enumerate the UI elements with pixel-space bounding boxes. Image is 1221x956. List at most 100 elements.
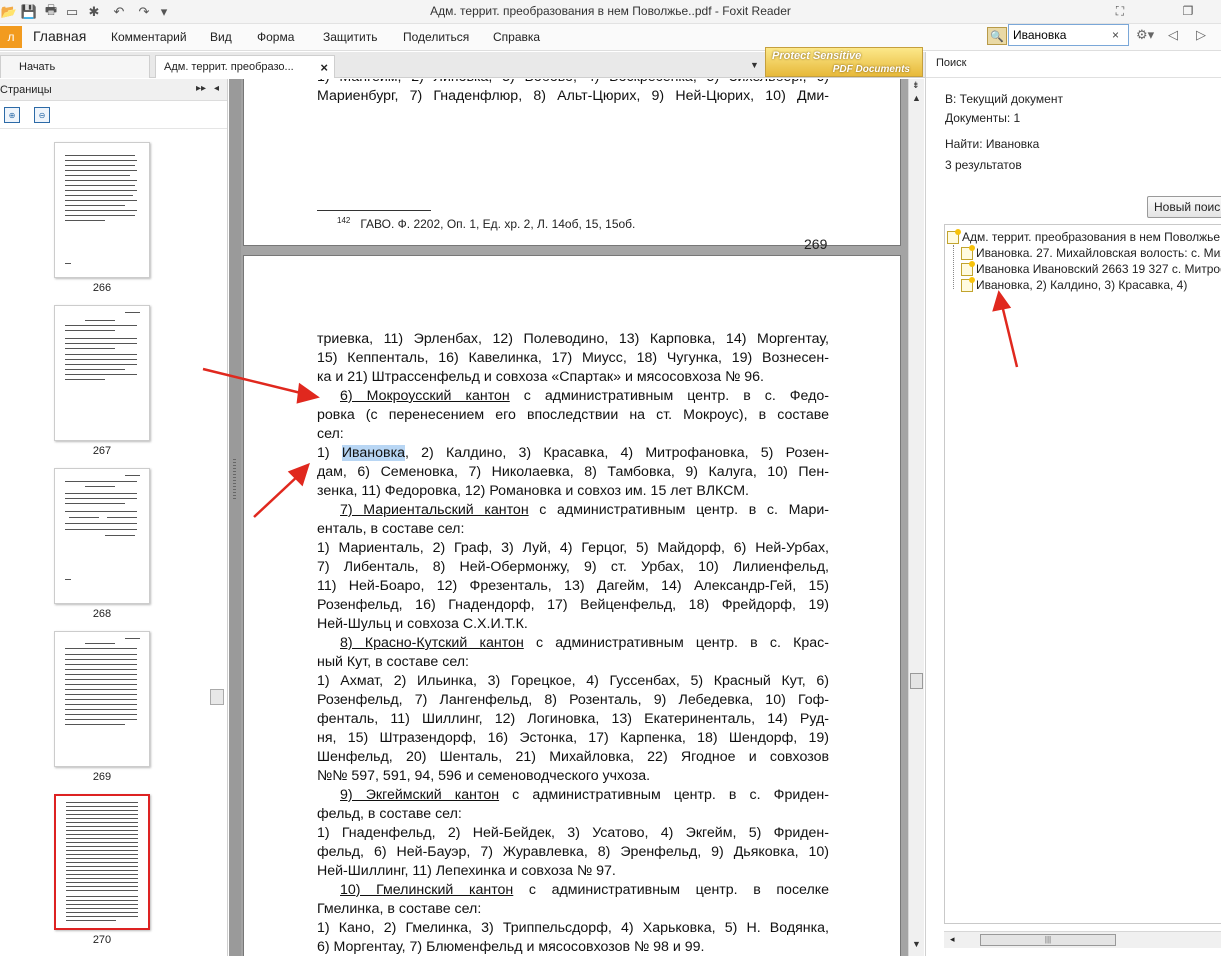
scrollbar-thumb[interactable]: ||| bbox=[980, 934, 1116, 946]
page-number: 269 bbox=[804, 236, 828, 252]
thumbnail-label: 267 bbox=[92, 445, 112, 457]
pages-panel-header: Страницы ▸▸ ◂ bbox=[0, 79, 227, 101]
page-text-line: 1) Гнаденфельд, 2) Ней-Бейдек, 3) Усатов… bbox=[317, 825, 829, 841]
line-text: , 2) Калдино, 3) Красавка, 4) Митрофанов… bbox=[404, 445, 829, 461]
page-text-line: Ней-Шульц и совхоза С.Х.И.Т.К. bbox=[317, 616, 528, 632]
tab-view[interactable]: Вид bbox=[210, 30, 232, 44]
footnote-mark: 142 bbox=[337, 216, 351, 225]
page-text-line: зенка, 11) Федоровка, 12) Романовка и со… bbox=[317, 483, 749, 499]
page-thumbnail[interactable] bbox=[54, 305, 150, 441]
page-text-line: дам, 6) Семеновка, 7) Николаевка, 8) Там… bbox=[317, 464, 829, 480]
search-panel-header: Поиск bbox=[926, 52, 1221, 78]
page-text-line: 15) Кеппенталь, 16) Кавелинка, 17) Миусс… bbox=[317, 350, 829, 366]
panel-collapse-icon[interactable]: ◂ bbox=[214, 83, 219, 94]
tab-document[interactable]: Адм. террит. преобразо... × bbox=[155, 55, 335, 78]
page-thumbnail-selected[interactable] bbox=[54, 794, 150, 930]
search-panel: Поиск В: Текущий документ Документы: 1 Н… bbox=[925, 52, 1221, 956]
page-text-line: фельд, 6) Ней-Бауэр, 7) Журавлевка, 8) Э… bbox=[317, 844, 829, 860]
pages-toolbar: ⊕ ⊖ bbox=[0, 101, 227, 129]
footnote-text: ГАВО. Ф. 2202, Оп. 1, Ед. хр. 2, Л. 14об… bbox=[360, 217, 636, 231]
result-item[interactable]: Ивановка, 2) Калдино, 3) Красавка, 4) bbox=[961, 276, 1188, 293]
scroll-left-icon[interactable]: ◂ bbox=[950, 934, 955, 945]
result-item[interactable]: Ивановка. 27. Михайловская волость: с. М… bbox=[961, 244, 1221, 261]
panel-splitter[interactable] bbox=[229, 79, 241, 956]
result-label: Ивановка. 27. Михайловская волость: с. М… bbox=[976, 246, 1221, 260]
document-scrollbar[interactable]: ⇟ ▲ ▼ bbox=[908, 79, 924, 956]
ad-banner[interactable]: Protect Sensitive PDF Documents bbox=[765, 47, 923, 77]
search-hit-highlight[interactable]: Ивановка bbox=[341, 445, 405, 461]
page-text-line: 9) Экгеймский кантон с административным … bbox=[317, 786, 829, 805]
tab-home[interactable]: Главная bbox=[33, 28, 86, 44]
page-text-line: фельд, в составе сел: bbox=[317, 806, 462, 822]
result-item[interactable]: Ивановка Ивановский 2663 19 327 с. Митро… bbox=[961, 260, 1221, 277]
pages-panel: Страницы ▸▸ ◂ ⊕ ⊖ 266 267 268 269 270 bbox=[0, 79, 228, 956]
page-text-line: ный Кут, в составе сел: bbox=[317, 654, 469, 670]
results-count: 3 результатов bbox=[945, 158, 1022, 172]
page-text-line: 1) Ахмат, 2) Ильинка, 3) Горецкое, 4) Гу… bbox=[317, 673, 829, 689]
search-panel-title: Поиск bbox=[936, 57, 967, 69]
result-label: Ивановка Ивановский 2663 19 327 с. Митро… bbox=[976, 262, 1221, 276]
tab-comment[interactable]: Комментарий bbox=[111, 30, 187, 44]
file-tab[interactable]: л bbox=[0, 26, 22, 48]
canton-heading: 8) Красно-Кутский кантон bbox=[340, 635, 524, 651]
tab-start[interactable]: Начать bbox=[0, 55, 150, 78]
page-text-line: фенталь, 11) Шиллинг, 12) Логиновка, 13)… bbox=[317, 711, 829, 727]
tabs-dropdown-icon[interactable]: ▼ bbox=[750, 60, 759, 70]
fullscreen-icon[interactable]: ⛶ bbox=[1110, 2, 1130, 20]
enlarge-thumbnail-icon[interactable]: ⊕ bbox=[4, 107, 20, 123]
tab-help[interactable]: Справка bbox=[493, 30, 540, 44]
page-text-line: Шенфельд, 20) Шенталь, 21) Михайловка, 2… bbox=[317, 749, 829, 765]
result-icon bbox=[961, 244, 975, 260]
window-title: Адм. террит. преобразования в нем Поволж… bbox=[430, 4, 791, 18]
restore-icon[interactable]: ❐ bbox=[1178, 2, 1198, 20]
page-text-line: 6) Мокроусский кантон с административным… bbox=[317, 387, 829, 406]
page-text-line: 8) Красно-Кутский кантон с административ… bbox=[317, 634, 829, 653]
canton-heading: 10) Гмелинский кантон bbox=[340, 882, 514, 898]
thumbnails-scrollbar[interactable] bbox=[210, 689, 224, 705]
page-thumbnail[interactable] bbox=[54, 142, 150, 278]
page-thumbnail[interactable] bbox=[54, 468, 150, 604]
find-icon[interactable]: 🔍 bbox=[987, 27, 1007, 45]
tab-start-label: Начать bbox=[19, 61, 56, 73]
search-next-icon[interactable]: ▷ bbox=[1196, 27, 1206, 43]
page-text-line: 7) Мариентальский кантон с административ… bbox=[317, 501, 829, 520]
search-term: Найти: Ивановка bbox=[945, 137, 1040, 151]
page-text-line: ка и 21) Штрассенфельд и совхоза «Спарта… bbox=[317, 369, 764, 385]
thumbnail-label: 269 bbox=[92, 771, 112, 783]
close-tab-icon[interactable]: × bbox=[320, 60, 328, 75]
panel-expand-icon[interactable]: ▸▸ bbox=[196, 83, 206, 94]
tab-protect[interactable]: Защитить bbox=[323, 30, 377, 44]
line-text: с административным центр. в с. Крас- bbox=[523, 635, 829, 651]
page-text-line: Гмелинка, в составе сел: bbox=[317, 901, 482, 917]
scroll-down-icon[interactable]: ▼ bbox=[912, 939, 921, 949]
result-label: Ивановка, 2) Калдино, 3) Красавка, 4) bbox=[976, 278, 1188, 292]
thumbnail-label: 270 bbox=[92, 934, 112, 946]
scroll-up-icon[interactable]: ▲ bbox=[912, 93, 921, 103]
page-thumbnail[interactable] bbox=[54, 631, 150, 767]
search-clear-icon[interactable]: × bbox=[1112, 28, 1119, 42]
tab-form[interactable]: Форма bbox=[257, 30, 294, 44]
reduce-thumbnail-icon[interactable]: ⊖ bbox=[34, 107, 50, 123]
footnote-rule bbox=[317, 210, 431, 211]
footnote: 142 ГАВО. Ф. 2202, Оп. 1, Ед. хр. 2, Л. 1… bbox=[337, 216, 635, 231]
page-text-line: 11) Ней-Боаро, 12) Фрезенталь, 13) Дагей… bbox=[317, 578, 829, 594]
canton-heading: 7) Мариентальский кантон bbox=[340, 502, 529, 518]
split-view-icon[interactable]: ⇟ bbox=[912, 80, 920, 91]
scrollbar-thumb[interactable] bbox=[910, 673, 923, 689]
tab-share[interactable]: Поделиться bbox=[403, 30, 469, 44]
page-text-line: енталь, в составе сел: bbox=[317, 521, 465, 537]
result-document[interactable]: Адм. террит. преобразования в нем Поволж… bbox=[947, 228, 1221, 245]
tab-document-label: Адм. террит. преобразо... bbox=[164, 61, 294, 73]
new-search-button[interactable]: Новый поиск bbox=[1147, 196, 1221, 218]
page-text-line: Розенфельд, 16) Гнадендорф, 17) Вейценфе… bbox=[317, 597, 829, 613]
pdf-page-269: 1) Мангейм, 2) Липовка, 3) Бобово, 4) Во… bbox=[243, 79, 901, 252]
line-text: с административным центр. в с. Федо- bbox=[509, 388, 829, 404]
pdf-file-icon bbox=[947, 228, 961, 244]
results-scrollbar[interactable]: ◂ ||| bbox=[944, 931, 1221, 948]
search-settings-icon[interactable]: ⚙▾ bbox=[1136, 27, 1154, 43]
page-text-line: 7) Либенталь, 8) Ней-Обермонжу, 9) ст. У… bbox=[317, 559, 829, 575]
canton-heading: 6) Мокроусский кантон bbox=[340, 388, 510, 404]
search-input[interactable] bbox=[1008, 24, 1129, 46]
page-text-line: №№ 597, 591, 94, 596 и семеноводческого … bbox=[317, 768, 651, 784]
search-previous-icon[interactable]: ◁ bbox=[1168, 27, 1178, 43]
